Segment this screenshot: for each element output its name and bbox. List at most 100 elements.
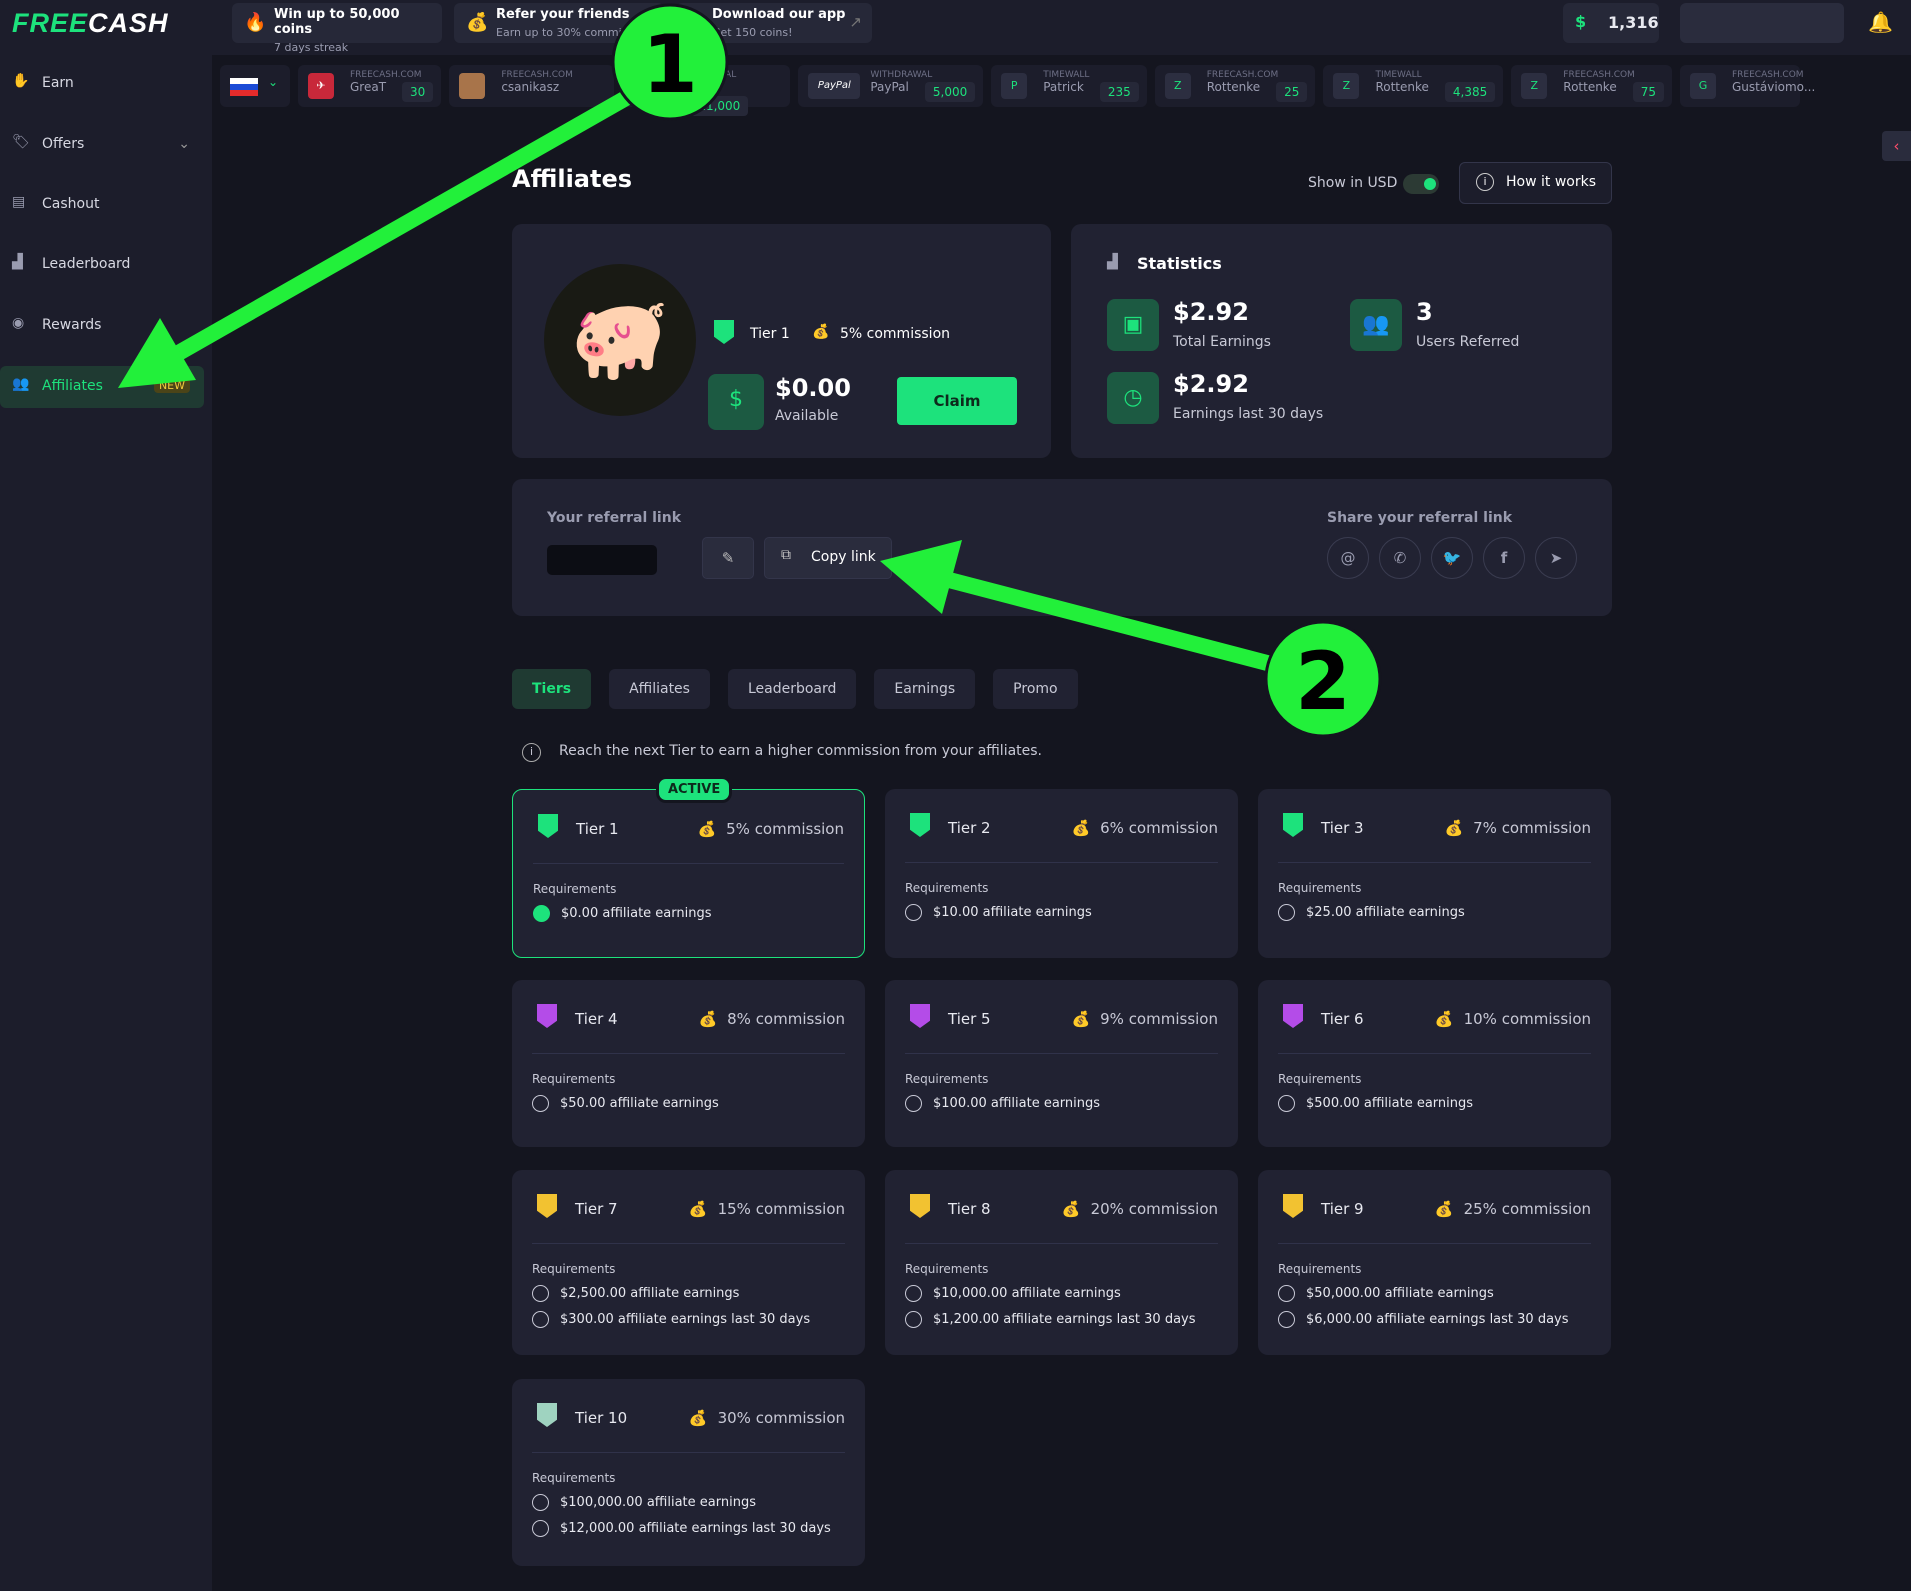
sidebar-item-rewards[interactable]: ◉ Rewards	[0, 305, 204, 347]
requirement-item: $50,000.00 affiliate earnings	[1278, 1285, 1591, 1302]
country-selector[interactable]: ⌄	[220, 65, 290, 107]
tier-commission: 💰 15% commission	[688, 1200, 845, 1218]
tab-affiliates[interactable]: Affiliates	[609, 669, 710, 709]
tier-commission: 💰 20% commission	[1061, 1200, 1218, 1218]
empty-circle-icon	[1278, 904, 1295, 921]
tier-header: Tier 4 💰 8% commission	[532, 980, 845, 1054]
new-badge: NEW	[153, 378, 190, 393]
tier-shield-icon	[537, 1004, 557, 1028]
bell-icon[interactable]: 🔔	[1868, 10, 1893, 34]
tier-card: Tier 10 💰 30% commission Requirements $100,0…	[512, 1379, 865, 1566]
streak-promo[interactable]: 🔥 Win up to 50,000 coins 7 days streak	[232, 3, 442, 54]
requirements-label: Requirements	[532, 1471, 616, 1485]
email-share-icon[interactable]: @	[1327, 537, 1369, 579]
collapse-chat-button[interactable]: ‹	[1882, 131, 1911, 161]
tier-name: Tier 2	[948, 819, 991, 837]
money-bag-icon: 💰	[1071, 1010, 1091, 1028]
medal-icon: ◉	[12, 315, 25, 331]
ticker-item[interactable]: P TIMEWALL Patrick 235	[991, 65, 1147, 107]
referral-card: Your referral link ✎ ⧉ Copy link Share yo…	[512, 479, 1612, 616]
requirement-item: $0.00 affiliate earnings	[533, 905, 844, 922]
tier-card: Tier 4 💰 8% commission Requirements $50.00 a…	[512, 980, 865, 1147]
sidebar-item-earn[interactable]: ✋ Earn	[0, 63, 204, 105]
referral-link-label: Your referral link	[547, 510, 682, 526]
tier-name: Tier 8	[948, 1200, 991, 1218]
ticker-item[interactable]: G FREECASH.COM Gustáviomo...	[1680, 65, 1815, 107]
tier-header: Tier 7 💰 15% commission	[532, 1170, 845, 1244]
tier-commission: 💰 6% commission	[1071, 819, 1218, 837]
account-button[interactable]	[1680, 3, 1844, 43]
page-title: Affiliates	[512, 165, 633, 193]
tier-shield-icon	[910, 1194, 930, 1218]
tier-header: Tier 6 💰 10% commission	[1278, 980, 1591, 1054]
ticker-item[interactable]: ✈ FREECASH.COM GreaT 30	[298, 65, 442, 107]
chart-icon: ▟	[1107, 254, 1118, 270]
telegram-share-icon[interactable]: ➤	[1535, 537, 1577, 579]
money-bag-icon: 💰	[466, 12, 489, 33]
tier-commission: 💰 25% commission	[1434, 1200, 1591, 1218]
tier-header: Tier 10 💰 30% commission	[532, 1379, 845, 1453]
refer-promo[interactable]: 💰 Refer your friends Earn up to 30% commis	[454, 3, 664, 43]
chevron-down-icon: ⌄	[178, 136, 190, 152]
copy-link-button[interactable]: ⧉ Copy link	[764, 537, 892, 579]
logo[interactable]: FREECASH	[12, 8, 169, 39]
total-earnings: $2.92	[1173, 298, 1249, 326]
hand-coin-icon: ✋	[12, 73, 30, 89]
sidebar-item-leaderboard[interactable]: ▟ Leaderboard	[0, 244, 204, 286]
ticker-item[interactable]: WITHDRAWAL Steam11,000	[622, 65, 791, 116]
twitter-share-icon[interactable]: 🐦	[1431, 537, 1473, 579]
share-label: Share your referral link	[1327, 510, 1513, 526]
show-usd-label: Show in USD	[1308, 175, 1398, 191]
sidebar-item-affiliates[interactable]: 👥 Affiliates NEW	[0, 366, 204, 408]
tier-header: Tier 3 💰 7% commission	[1278, 789, 1591, 863]
how-it-works-button[interactable]: i How it works	[1459, 162, 1612, 204]
show-usd-toggle[interactable]	[1403, 174, 1439, 194]
money-bag-icon: 💰	[688, 1200, 708, 1218]
requirement-item: $10.00 affiliate earnings	[905, 904, 1218, 921]
requirements-label: Requirements	[532, 1072, 616, 1086]
tier-name: Tier 10	[575, 1409, 628, 1427]
facebook-share-icon[interactable]: f	[1483, 537, 1525, 579]
money-bag-icon: 💰	[1434, 1200, 1454, 1218]
edit-link-button[interactable]: ✎	[702, 537, 754, 579]
ticker-item[interactable]: PayPal WITHDRAWAL PayPal 5,000	[798, 65, 984, 107]
tier-header: Tier 9 💰 25% commission	[1278, 1170, 1591, 1244]
requirements-label: Requirements	[905, 881, 989, 895]
tab-leaderboard[interactable]: Leaderboard	[727, 669, 857, 709]
tier-commission: 💰 7% commission	[1444, 819, 1591, 837]
tab-promo[interactable]: Promo	[993, 669, 1078, 709]
sidebar-item-offers[interactable]: 🏷 Offers ⌄	[0, 124, 204, 166]
info-icon: i	[1476, 173, 1494, 191]
tier-shield-icon	[910, 1004, 930, 1028]
ticker-item[interactable]: Z FREECASH.COM Rottenke 75	[1511, 65, 1672, 107]
tab-tiers[interactable]: Tiers	[512, 669, 592, 709]
requirement-item: $50.00 affiliate earnings	[532, 1095, 845, 1112]
requirement-item: $300.00 affiliate earnings last 30 days	[532, 1311, 845, 1328]
tier-name: Tier 9	[1321, 1200, 1364, 1218]
empty-circle-icon	[1278, 1285, 1295, 1302]
tier-name: Tier 5	[948, 1010, 991, 1028]
empty-circle-icon	[532, 1520, 549, 1537]
podium-icon: ▟	[12, 254, 23, 270]
sidebar: ✋ Earn 🏷 Offers ⌄ ▤ Cashout ▟ Leaderboard ◉ Re…	[0, 55, 212, 1591]
ticker-item[interactable]: Z FREECASH.COM Rottenke 25	[1154, 65, 1316, 107]
earnings-last-30: $2.92	[1173, 370, 1249, 398]
tier-header: Tier 1 💰 5% commission	[533, 790, 844, 864]
app-promo[interactable]: Download our app Get 150 coins! ↗	[676, 3, 872, 43]
claim-button[interactable]: Claim	[897, 377, 1017, 425]
sidebar-item-cashout[interactable]: ▤ Cashout	[0, 184, 204, 226]
referral-link-field[interactable]	[547, 545, 657, 575]
money-bag-icon: 💰	[688, 1409, 708, 1427]
tier-card: Tier 6 💰 10% commission Requirements $500.00…	[1258, 980, 1611, 1147]
wallet-icon: ▣	[1107, 299, 1159, 351]
ticker-item[interactable]: Z TIMEWALL Rottenke 4,385	[1323, 65, 1504, 107]
current-tier: Tier 1	[750, 326, 790, 342]
tab-earnings[interactable]: Earnings	[874, 669, 976, 709]
requirements-label: Requirements	[1278, 1072, 1362, 1086]
tier-commission: 💰 5% commission	[697, 820, 844, 838]
ticker-item[interactable]: FREECASH.COM csanikasz	[449, 65, 615, 107]
requirement-item: $100.00 affiliate earnings	[905, 1095, 1218, 1112]
whatsapp-share-icon[interactable]: ✆	[1379, 537, 1421, 579]
users-referred: 3	[1416, 298, 1433, 326]
requirement-item: $2,500.00 affiliate earnings	[532, 1285, 845, 1302]
